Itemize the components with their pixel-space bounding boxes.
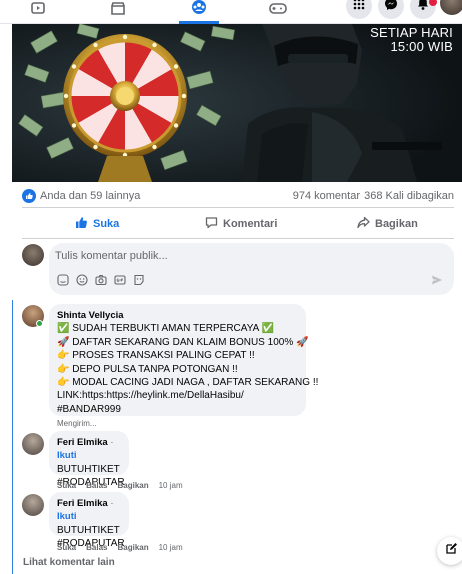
new-message-button[interactable] xyxy=(437,537,462,565)
share-icon xyxy=(357,216,370,232)
menu-grid-icon xyxy=(353,0,365,15)
messenger-icon xyxy=(384,0,398,16)
video-icon xyxy=(30,1,46,23)
top-navigation xyxy=(0,0,462,24)
image-text-schedule: SETIAP HARI xyxy=(370,25,453,40)
messenger-button[interactable] xyxy=(378,0,404,19)
menu-grid-button[interactable] xyxy=(346,0,372,19)
emoji-icon[interactable] xyxy=(76,274,88,286)
comment-icon xyxy=(205,216,218,232)
comments-count[interactable]: 974 komentar xyxy=(293,190,360,202)
tab-watch[interactable] xyxy=(18,0,58,24)
store-icon xyxy=(110,1,126,23)
sticker-icon[interactable] xyxy=(57,274,69,286)
tab-groups[interactable] xyxy=(179,0,219,24)
comment-header: Feri Elmika · Ikuti xyxy=(57,437,114,462)
facebook-post-view: SETIAP HARI 15:00 WIB Anda dan 59 lainny… xyxy=(0,0,462,574)
account-avatar[interactable] xyxy=(440,0,462,15)
sending-status: Mengirim... xyxy=(57,419,97,428)
post-image[interactable]: SETIAP HARI 15:00 WIB xyxy=(12,24,462,182)
send-icon[interactable] xyxy=(431,273,443,291)
comment-reply-button[interactable]: Balas xyxy=(86,543,107,552)
comment-like-button[interactable]: Suka xyxy=(57,543,76,552)
gamepad-icon xyxy=(269,2,287,22)
avatar[interactable] xyxy=(22,433,44,455)
edit-icon xyxy=(445,542,458,560)
composer-tools xyxy=(57,274,145,286)
avatar-sticker-icon[interactable] xyxy=(133,274,145,286)
comment-button[interactable]: Komentari xyxy=(205,212,277,236)
comment-share-button[interactable]: Bagikan xyxy=(117,543,148,552)
image-text-time: 15:00 WIB xyxy=(390,39,453,54)
follow-link[interactable]: Ikuti xyxy=(57,450,77,461)
online-indicator xyxy=(36,320,43,327)
share-button-label: Bagikan xyxy=(375,218,418,230)
comment-line: 👉 PROSES TRANSAKSI PALING CEPAT !! xyxy=(57,350,255,362)
thumbs-up-icon xyxy=(75,216,88,232)
post-actions: Suka Komentari Bagikan xyxy=(22,212,454,236)
comment-meta: Suka Balas Bagikan 10 jam xyxy=(57,481,183,490)
share-button[interactable]: Bagikan xyxy=(357,212,418,236)
shares-count[interactable]: 368 Kali dibagikan xyxy=(364,190,454,202)
comment-author[interactable]: Feri Elmika xyxy=(57,498,108,509)
likes-summary[interactable]: Anda dan 59 lainnya xyxy=(40,190,140,202)
comment-line: BUTUHTIKET xyxy=(57,463,120,475)
camera-icon[interactable] xyxy=(95,274,107,286)
avatar[interactable] xyxy=(22,494,44,516)
comment-author[interactable]: Feri Elmika xyxy=(57,437,108,448)
tab-gaming[interactable] xyxy=(258,0,298,24)
like-reaction-icon xyxy=(22,189,36,203)
comment-line: 🚀 DAFTAR SEKARANG DAN KLAIM BONUS 100% 🚀 xyxy=(57,336,309,348)
notifications-icon xyxy=(417,0,429,16)
comment-bubble: Shinta Vellycia ✅ SUDAH TERBUKTI AMAN TE… xyxy=(49,304,319,416)
avatar[interactable] xyxy=(22,244,44,266)
comment-timestamp[interactable]: 10 jam xyxy=(159,481,183,490)
comment-input[interactable] xyxy=(55,247,435,265)
comment-button-label: Komentari xyxy=(223,218,278,230)
comment-reply-button[interactable]: Balas xyxy=(86,481,107,490)
notifications-button[interactable] xyxy=(410,0,437,19)
like-button-label: Suka xyxy=(93,218,120,230)
comment-line: 👉 DEPO PULSA TANPA POTONGAN !! xyxy=(57,363,238,375)
comment-bubble: Feri Elmika · Ikuti BUTUHTIKET #RODAPUTA… xyxy=(49,492,129,549)
comment-bubble: Feri Elmika · Ikuti BUTUHTIKET #RODAPUTA… xyxy=(49,431,129,488)
stats-divider xyxy=(22,207,454,208)
gif-icon[interactable] xyxy=(114,274,126,286)
comment-share-button[interactable]: Bagikan xyxy=(117,481,148,490)
actions-divider xyxy=(22,238,454,239)
comment-line: 👉 MODAL CACING JADI NAGA , DAFTAR SEKARA… xyxy=(57,377,319,389)
comment-link[interactable]: LINK:https:https://heylink.me/DellaHasib… xyxy=(57,389,298,402)
comment-timestamp[interactable]: 10 jam xyxy=(159,543,183,552)
tab-marketplace[interactable] xyxy=(98,0,138,24)
comment-line: BUTUHTIKET xyxy=(57,524,120,536)
like-button[interactable]: Suka xyxy=(75,212,119,236)
comment-like-button[interactable]: Suka xyxy=(57,481,76,490)
groups-icon xyxy=(190,0,208,21)
follow-link[interactable]: Ikuti xyxy=(57,511,77,522)
comment-composer xyxy=(49,243,454,295)
notification-badge xyxy=(429,0,437,6)
thread-indicator xyxy=(12,300,13,574)
comment-meta: Suka Balas Bagikan 10 jam xyxy=(57,543,183,552)
view-more-comments-link[interactable]: Lihat komentar lain xyxy=(23,557,115,568)
comment-line: ✅ SUDAH TERBUKTI AMAN TERPERCAYA ✅ xyxy=(57,323,274,335)
comment-header: Feri Elmika · Ikuti xyxy=(57,498,114,523)
comment-author[interactable]: Shinta Vellycia xyxy=(57,309,298,322)
post-image-caption: SETIAP HARI 15:00 WIB xyxy=(370,26,453,54)
post-stats: Anda dan 59 lainnya 974 komentar 368 Kal… xyxy=(22,189,454,205)
comment-hashtag[interactable]: #BANDAR999 xyxy=(57,403,298,416)
